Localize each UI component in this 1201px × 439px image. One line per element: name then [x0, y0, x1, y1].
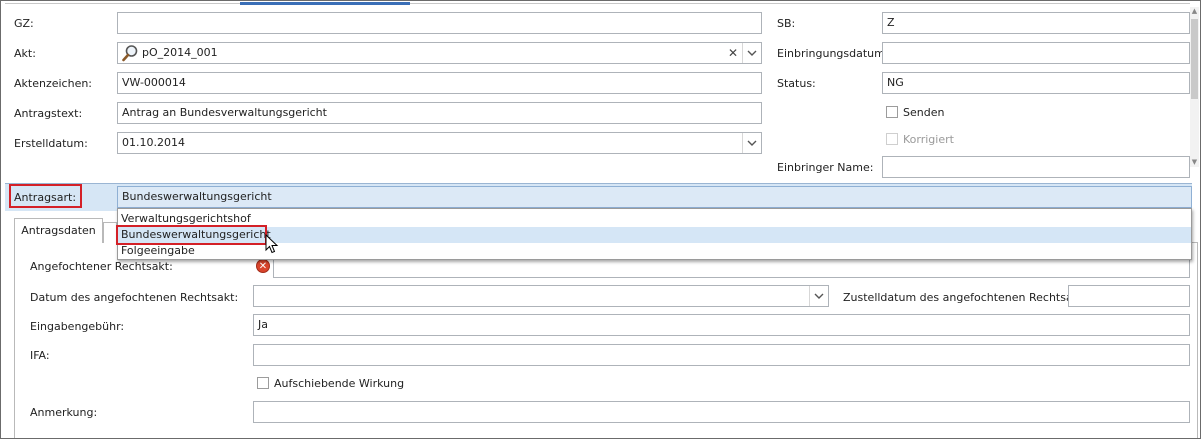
zustelldatum-label: Zustelldatum des angefochtenen Rechtsakt… — [843, 291, 1088, 304]
sb-label: SB: — [777, 17, 796, 30]
aufschiebende-wirkung-label: Aufschiebende Wirkung — [274, 377, 405, 390]
antragstext-label: Antragstext: — [14, 107, 83, 120]
akt-combobox[interactable]: pO_2014_001 ✕ — [117, 42, 762, 64]
datum-datepicker[interactable] — [253, 285, 829, 307]
tab-antragsdaten-label: Antragsdaten — [21, 224, 96, 237]
antragsart-label: Antragsart: — [14, 191, 77, 204]
erstelldatum-value: 01.10.2014 — [122, 136, 185, 149]
gz-label: GZ: — [14, 17, 34, 30]
selected-option-highlight — [116, 225, 267, 245]
magnifier-icon[interactable] — [121, 44, 139, 62]
aktenzeichen-label: Aktenzeichen: — [14, 77, 93, 90]
erstelldatum-label: Erstelldatum: — [14, 137, 88, 150]
erstelldatum-datepicker[interactable]: 01.10.2014 — [117, 132, 762, 154]
eingabengebuehr-label: Eingabengebühr: — [30, 320, 125, 333]
senden-checkbox[interactable] — [886, 106, 898, 118]
akt-label: Akt: — [14, 47, 36, 60]
status-label: Status: — [777, 77, 816, 90]
senden-label: Senden — [903, 106, 945, 119]
aufschiebende-wirkung-checkbox[interactable] — [257, 377, 269, 389]
einbringungsdatum-input[interactable] — [882, 42, 1190, 64]
eingabengebuehr-input[interactable]: Ja — [253, 314, 1190, 336]
akt-value: pO_2014_001 — [142, 46, 218, 59]
ifa-input[interactable] — [253, 344, 1190, 366]
aktenzeichen-input[interactable]: VW-000014 — [117, 72, 762, 94]
einbringer-name-input[interactable] — [882, 156, 1190, 178]
tab-second[interactable] — [103, 222, 117, 243]
scroll-thumb[interactable] — [1191, 19, 1198, 99]
tab-antragsdaten[interactable]: Antragsdaten — [14, 218, 103, 243]
angefochtener-label: Angefochtener Rechtsakt: — [30, 260, 173, 273]
antragsart-combobox[interactable]: Bundeswerwaltungsgericht — [117, 186, 1192, 208]
scroll-down-icon[interactable]: ▼ — [1190, 158, 1199, 167]
sb-input[interactable]: Z — [882, 12, 1190, 34]
gz-input[interactable] — [117, 12, 762, 34]
status-input[interactable]: NG — [882, 72, 1190, 94]
korrigiert-checkbox[interactable] — [886, 133, 898, 145]
x-icon[interactable]: ✕ — [725, 43, 741, 63]
dropdown-option[interactable]: Folgeeingabe — [121, 243, 195, 259]
mouse-cursor-icon — [265, 233, 279, 254]
top-divider — [5, 3, 1190, 4]
active-tab-indicator — [240, 2, 410, 5]
datum-label: Datum des angefochtenen Rechtsakt: — [30, 291, 239, 304]
anmerkung-input[interactable] — [253, 401, 1190, 423]
zustelldatum-input[interactable] — [1068, 285, 1190, 307]
korrigiert-label: Korrigiert — [903, 133, 954, 146]
einbringungsdatum-label: Einbringungsdatum: — [777, 47, 889, 60]
vertical-scrollbar[interactable]: ▲ ▼ — [1190, 7, 1199, 167]
antragstext-input[interactable]: Antrag an Bundesverwaltungsgericht — [117, 102, 762, 124]
chevron-down-icon[interactable] — [809, 286, 828, 306]
anmerkung-label: Anmerkung: — [30, 406, 98, 419]
einbringer-name-label: Einbringer Name: — [777, 161, 874, 174]
chevron-down-icon[interactable] — [742, 133, 761, 153]
chevron-down-icon[interactable] — [742, 43, 761, 63]
scroll-up-icon[interactable]: ▲ — [1190, 7, 1199, 16]
ifa-label: IFA: — [30, 349, 50, 362]
error-icon: ✕ — [256, 259, 270, 273]
